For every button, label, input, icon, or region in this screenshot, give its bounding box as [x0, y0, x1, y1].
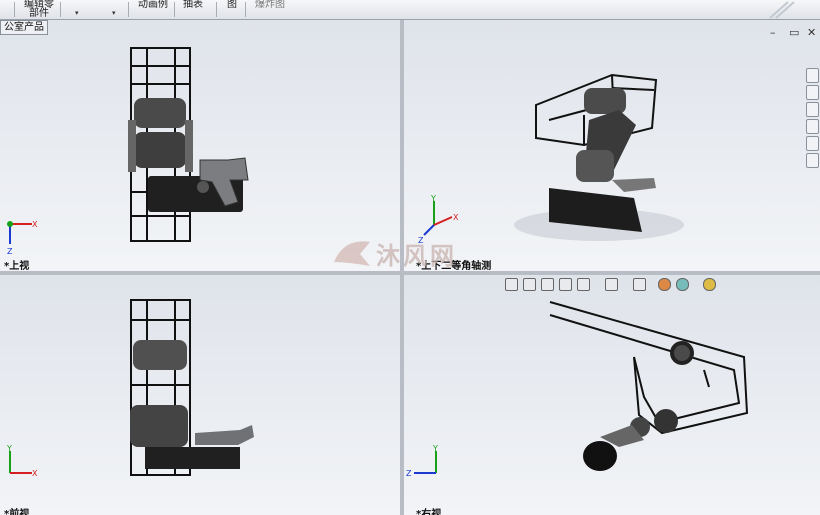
view-settings-icon[interactable] [703, 278, 716, 291]
view-label-top: *上视 [4, 261, 30, 271]
zoom-to-area-icon[interactable] [523, 278, 536, 291]
command-toolbar: 编辑零 部件 ▾ ▾ 动画例 抽表 图 爆炸图 [0, 0, 820, 20]
viewport-splitter-vertical[interactable] [400, 20, 404, 515]
viewport-right[interactable]: Y Z *右视 [404, 275, 820, 515]
drawing-button[interactable]: 图 [226, 0, 238, 10]
toolbar-separator [128, 2, 129, 17]
display-style-icon[interactable] [605, 278, 618, 291]
restore-icon[interactable]: ▭ [789, 26, 799, 39]
section-view-icon[interactable] [559, 278, 572, 291]
close-icon[interactable]: ✕ [807, 26, 816, 39]
toolbar-separator [60, 2, 61, 17]
task-pane [806, 68, 820, 184]
resources-icon[interactable] [806, 85, 819, 100]
appearance-icon[interactable] [806, 136, 819, 151]
folder-icon[interactable] [806, 102, 819, 117]
view-label-right: *右视 [416, 509, 442, 515]
axis-triad-front: Y X [6, 444, 38, 478]
explode-button[interactable]: 爆炸图 [253, 0, 287, 10]
axis-z-label: Z [406, 469, 412, 478]
viewport-front[interactable]: Y X *前视 [0, 275, 400, 515]
minimize-icon[interactable]: – [770, 26, 776, 39]
zoom-to-fit-icon[interactable] [505, 278, 518, 291]
solidworks-logo-icon [769, 1, 795, 19]
file-explorer-icon[interactable] [806, 119, 819, 134]
edit-part-button[interactable]: 编辑零 部件 [22, 0, 56, 19]
edit-appearance-icon[interactable] [658, 278, 671, 291]
viewport-splitter-horizontal[interactable] [0, 271, 820, 275]
toolbar-separator [14, 2, 15, 17]
toolbar-separator [174, 2, 175, 17]
dropdown-arrow-icon[interactable]: ▾ [75, 9, 79, 17]
axis-z-label: Z [7, 247, 13, 256]
axis-triad-right: Y Z [406, 444, 438, 478]
toolbar-separator [216, 2, 217, 17]
dropdown-arrow-icon[interactable]: ▾ [112, 9, 116, 17]
axis-y-label: Y [6, 444, 12, 453]
axis-x-label: X [32, 220, 38, 229]
home-icon[interactable] [806, 68, 819, 83]
watermark: 沐风网 [330, 232, 490, 272]
hide-show-items-icon[interactable] [633, 278, 646, 291]
table-button[interactable]: 抽表 [182, 0, 204, 10]
animation-button[interactable]: 动画例 [137, 0, 169, 10]
view-label-front: *前视 [4, 509, 30, 515]
axis-x-label: X [32, 469, 38, 478]
watermark-text: 沐风网 [376, 242, 457, 270]
apply-scene-icon[interactable] [676, 278, 689, 291]
toolbar-separator [245, 2, 246, 17]
right-view-model [549, 301, 749, 471]
custom-properties-icon[interactable] [806, 153, 819, 168]
feature-tree-tab[interactable]: 公室产品 [0, 20, 48, 35]
axis-y-label: Y [430, 195, 436, 203]
watermark-logo-icon [334, 241, 370, 266]
view-orientation-icon[interactable] [577, 278, 590, 291]
front-view-model [130, 299, 254, 476]
axis-x-label: X [453, 213, 459, 222]
axis-triad-top: X Z [7, 220, 38, 256]
previous-view-icon[interactable] [541, 278, 554, 291]
axis-y-label: Y [432, 444, 438, 453]
